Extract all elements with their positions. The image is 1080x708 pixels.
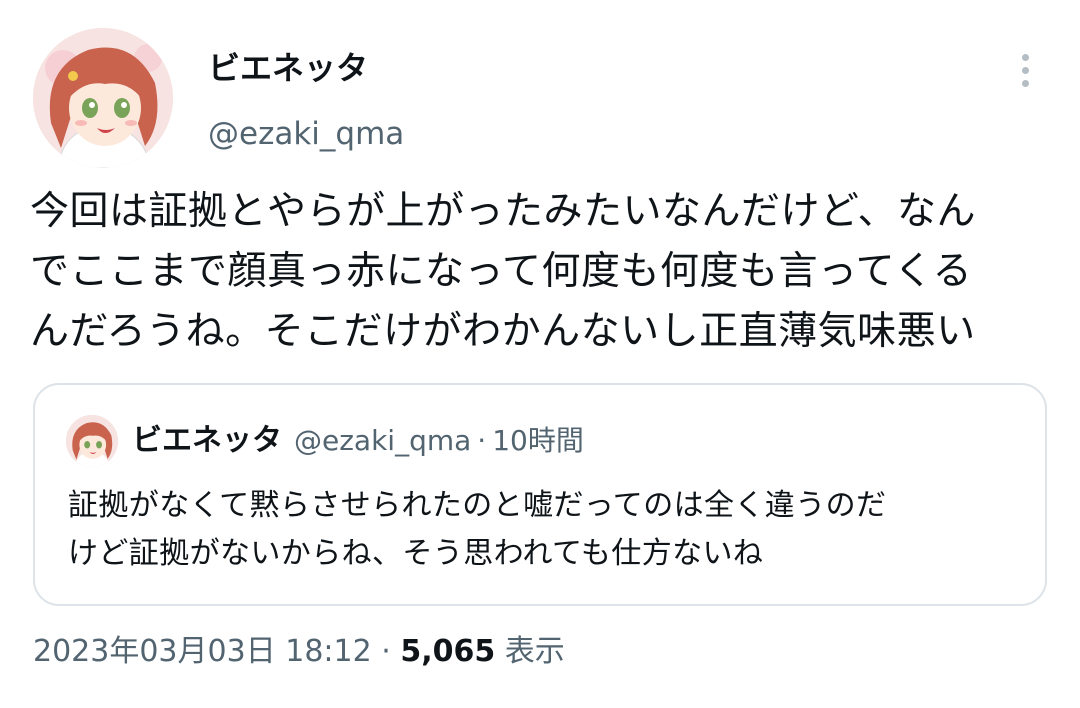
more-dot xyxy=(1021,67,1029,74)
tweet-timestamp[interactable]: 2023年03月03日 18:12 xyxy=(33,634,372,669)
author-avatar[interactable] xyxy=(33,28,173,168)
quote-text-line: 証拠がなくて黙らさせられたのと嘘だってのは全く違うのだ xyxy=(68,488,887,523)
quote-author-avatar[interactable] xyxy=(66,415,118,467)
more-vertical-icon[interactable] xyxy=(1010,48,1040,92)
quote-separator: · xyxy=(477,424,487,457)
tweet-text-line: んだろうね。そこだけがわかんないし正直薄気味悪い xyxy=(30,309,976,354)
quote-header: ビエネッタ @ezaki_qma · 10時間 xyxy=(132,421,584,465)
views-label[interactable]: 表示 xyxy=(505,634,565,669)
tweet-text: 今回は証拠とやらが上がったみたいなんだけど、なん でここまで顔真っ赤になって何度… xyxy=(30,182,1060,362)
views-count[interactable]: 5,065 xyxy=(400,634,495,669)
quoted-tweet-card[interactable]: ビエネッタ @ezaki_qma · 10時間 証拠がなくて黙らさせられたのと嘘だって… xyxy=(33,383,1047,606)
anime-girl-avatar-icon xyxy=(33,28,173,168)
quote-display-name[interactable]: ビエネッタ xyxy=(132,423,282,458)
more-dot xyxy=(1021,54,1029,61)
quote-handle[interactable]: @ezaki_qma xyxy=(294,424,471,457)
quote-text-line: けど証拠がないからね、そう思われても仕方ないね xyxy=(68,536,764,571)
author-display-name[interactable]: ビエネッタ xyxy=(208,48,368,88)
author-handle[interactable]: @ezaki_qma xyxy=(208,114,404,154)
anime-girl-avatar-icon xyxy=(66,415,118,467)
more-dot xyxy=(1021,80,1029,87)
tweet-text-line: でここまで顔真っ赤になって何度も何度も言ってくる xyxy=(30,249,973,294)
tweet-text-line: 今回は証拠とやらが上がったみたいなんだけど、なん xyxy=(30,189,977,234)
tweet-meta: 2023年03月03日 18:12 · 5,065 表示 xyxy=(33,632,565,672)
quote-text: 証拠がなくて黙らさせられたのと嘘だってのは全く違うのだ けど証拠がないからね、そ… xyxy=(68,482,1028,578)
quote-time[interactable]: 10時間 xyxy=(492,424,584,457)
meta-separator: · xyxy=(381,634,391,669)
